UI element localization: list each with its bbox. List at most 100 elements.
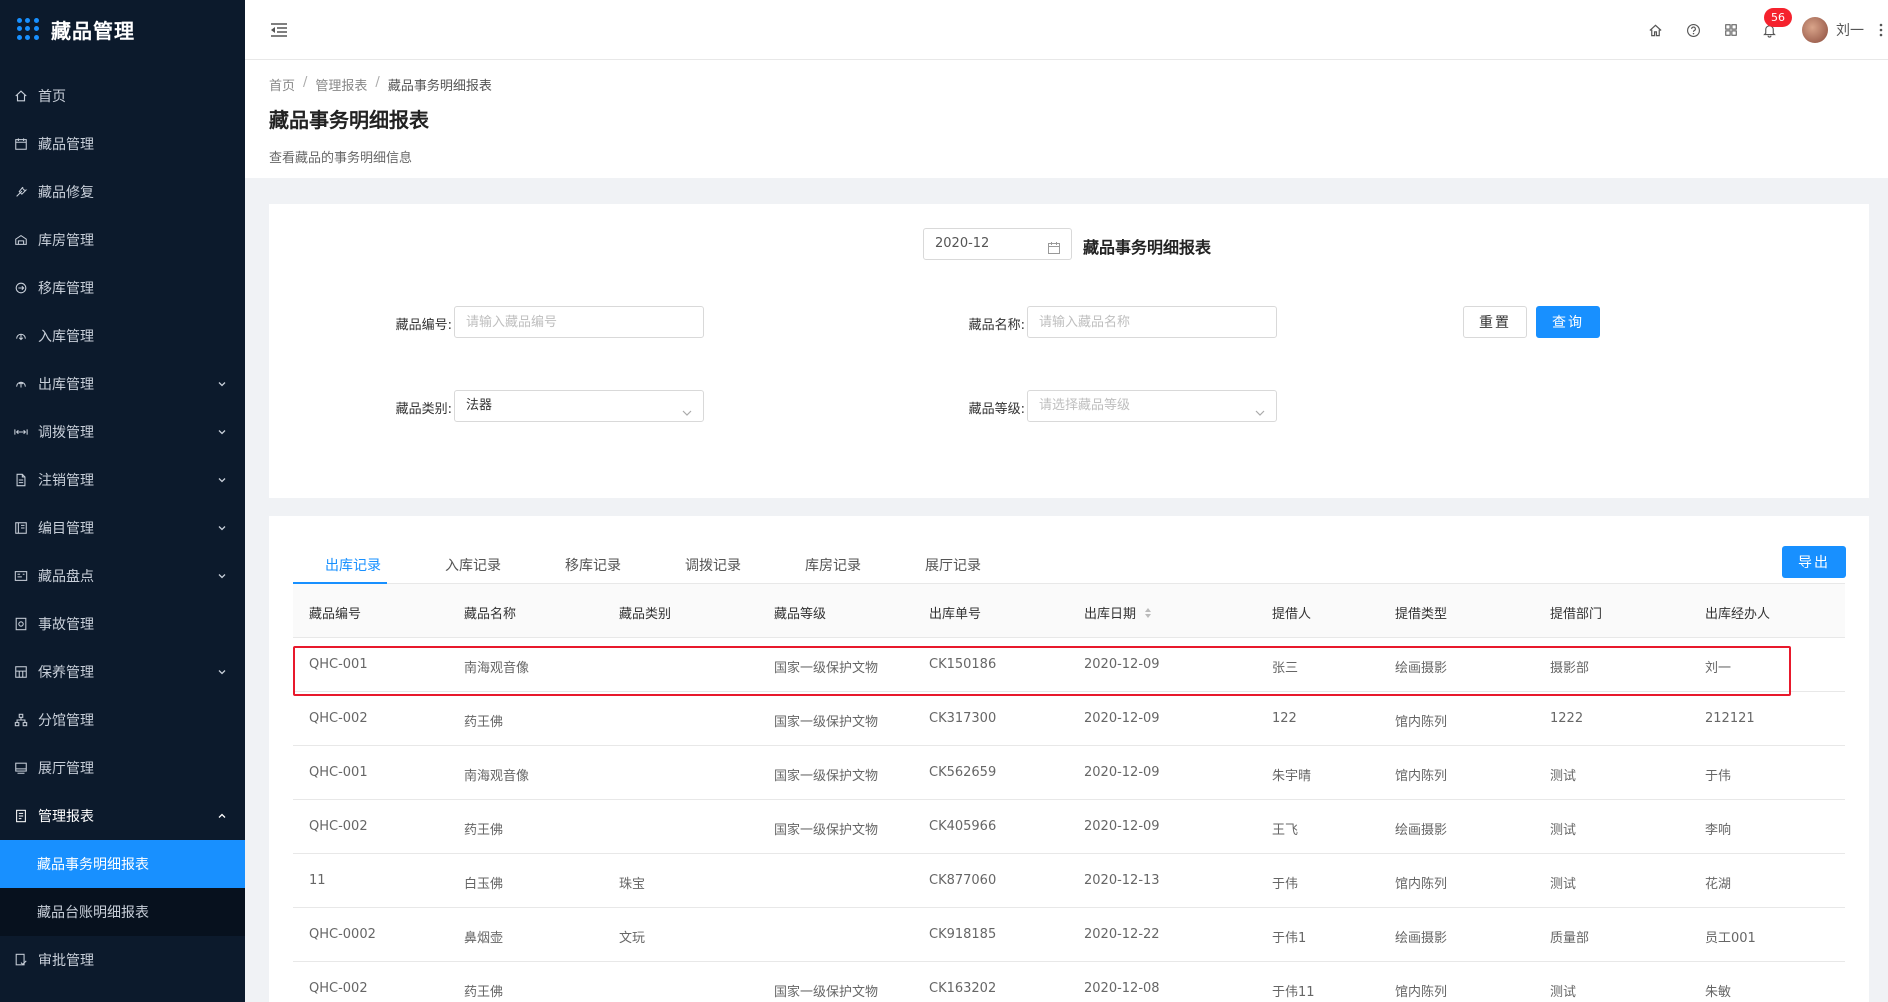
- report-icon: [13, 808, 29, 824]
- table-cell: 2020-12-09: [1084, 711, 1160, 726]
- table-cell: 质量部: [1550, 931, 1590, 946]
- table-cell: 绘画摄影: [1395, 823, 1448, 838]
- sidebar-menu: 首页 藏品管理 藏品修复 库房管理 移库管理 入库管理 出库管理 调拨管理 注销管理 编目管理 藏品…: [0, 72, 245, 984]
- search-button[interactable]: 查询: [1536, 306, 1600, 338]
- breadcrumb-home[interactable]: 首页: [269, 75, 295, 94]
- sort-icon[interactable]: [1144, 607, 1152, 623]
- avatar[interactable]: [1802, 17, 1828, 43]
- branch-icon: [13, 712, 29, 728]
- sidebar-item-10[interactable]: 藏品盘点: [0, 552, 245, 600]
- page-description: 查看藏品的事务明细信息: [269, 151, 413, 166]
- table-cell: 药王佛: [464, 715, 504, 730]
- top-header: 56 刘一: [245, 0, 1888, 60]
- month-picker[interactable]: 2020-12: [923, 228, 1072, 260]
- tab-4[interactable]: 库房记录: [773, 546, 893, 583]
- chevron-down-icon: [217, 667, 227, 677]
- table-cell: 珠宝: [619, 877, 646, 892]
- menu-fold-icon[interactable]: [269, 20, 289, 40]
- table-cell: CK877060: [929, 873, 997, 888]
- table-row[interactable]: QHC-002 药王佛 国家一级保护文物 CK317300 2020-12-09 122 馆…: [293, 692, 1845, 746]
- table-cell: QHC-002: [309, 819, 368, 834]
- table-cell: QHC-001: [309, 657, 368, 672]
- table-row[interactable]: QHC-002 药王佛 国家一级保护文物 CK405966 2020-12-09 王飞 绘画…: [293, 800, 1845, 854]
- table-row[interactable]: QHC-0002 鼻烟壶 文玩 CK918185 2020-12-22 于伟1 绘画摄影 质量…: [293, 908, 1845, 962]
- table-cell: 馆内陈列: [1395, 985, 1448, 1000]
- category-label: 藏品类别:: [395, 402, 452, 417]
- table-cell: 于伟: [1272, 877, 1299, 892]
- export-button[interactable]: 导出: [1782, 546, 1846, 578]
- name-input[interactable]: [1027, 306, 1277, 338]
- table-row[interactable]: QHC-002 药王佛 国家一级保护文物 CK163202 2020-12-08 于伟11…: [293, 962, 1845, 1002]
- tab-3[interactable]: 调拨记录: [653, 546, 773, 583]
- table-cell: 2020-12-22: [1084, 927, 1160, 942]
- sidebar-item-14[interactable]: 展厅管理: [0, 744, 245, 792]
- app-grid-icon[interactable]: [1722, 21, 1740, 39]
- tab-2[interactable]: 移库记录: [533, 546, 653, 583]
- breadcrumb-separator: /: [375, 75, 380, 90]
- column-header-4: 出库单号: [929, 603, 981, 622]
- table-cell: 11: [309, 873, 326, 888]
- table-row[interactable]: 11 白玉佛 珠宝 CK877060 2020-12-13 于伟 馆内陈列 测试 花湖: [293, 854, 1845, 908]
- user-name[interactable]: 刘一: [1836, 20, 1864, 40]
- table-cell: QHC-002: [309, 981, 368, 996]
- brand[interactable]: 藏品管理: [0, 0, 245, 58]
- sidebar-item-11[interactable]: 事故管理: [0, 600, 245, 648]
- sidebar-item-label: 保养管理: [38, 665, 94, 681]
- calendar-icon: [13, 136, 29, 152]
- breadcrumb-reports[interactable]: 管理报表: [315, 75, 367, 94]
- bell-icon[interactable]: 56: [1760, 8, 1792, 39]
- grade-select[interactable]: 请选择藏品等级: [1027, 390, 1277, 422]
- table-row[interactable]: QHC-001 南海观音像 国家一级保护文物 CK562659 2020-12-09 朱宇…: [293, 746, 1845, 800]
- sidebar-item-label: 调拨管理: [38, 425, 94, 441]
- table-cell: 2020-12-09: [1084, 765, 1160, 780]
- sidebar-item-6[interactable]: 出库管理: [0, 360, 245, 408]
- page-header: 首页 / 管理报表 / 藏品事务明细报表 藏品事务明细报表 查看藏品的事务明细信…: [245, 60, 1888, 178]
- tab-0[interactable]: 出库记录: [293, 546, 413, 584]
- table-cell: 国家一级保护文物: [774, 661, 879, 676]
- tab-5[interactable]: 展厅记录: [893, 546, 1013, 583]
- column-header-5[interactable]: 出库日期: [1084, 603, 1152, 623]
- sidebar-item-12[interactable]: 保养管理: [0, 648, 245, 696]
- sidebar-subitem-1[interactable]: 藏品台账明细报表: [0, 888, 245, 936]
- column-header-label: 提借部门: [1550, 607, 1603, 622]
- chevron-down-icon: [217, 379, 227, 389]
- tab-1[interactable]: 入库记录: [413, 546, 533, 583]
- table-cell: QHC-002: [309, 711, 368, 726]
- help-icon[interactable]: [1684, 21, 1702, 39]
- more-vertical-icon[interactable]: [1878, 22, 1884, 38]
- column-header-label: 藏品编号: [309, 607, 362, 622]
- home-icon[interactable]: [1646, 21, 1664, 39]
- table-cell: 馆内陈列: [1395, 769, 1448, 784]
- sidebar-item-15[interactable]: 管理报表: [0, 792, 245, 840]
- table-cell: 2020-12-08: [1084, 981, 1160, 996]
- record-tabs: 出库记录 入库记录 移库记录 调拨记录 库房记录 展厅记录: [293, 546, 1845, 584]
- sidebar-item-4[interactable]: 移库管理: [0, 264, 245, 312]
- sidebar-item-2[interactable]: 藏品修复: [0, 168, 245, 216]
- table-cell: 药王佛: [464, 823, 504, 838]
- sidebar-item-8[interactable]: 注销管理: [0, 456, 245, 504]
- inventory-icon: [13, 568, 29, 584]
- sidebar-item-3[interactable]: 库房管理: [0, 216, 245, 264]
- sidebar-item-1[interactable]: 藏品管理: [0, 120, 245, 168]
- reset-button[interactable]: 重置: [1463, 306, 1527, 338]
- code-input[interactable]: [454, 306, 704, 338]
- header-actions: 56 刘一: [1626, 0, 1888, 60]
- sidebar-item-label: 藏品修复: [38, 185, 94, 201]
- table-cell: 员工001: [1705, 931, 1756, 946]
- sidebar-subitem-0[interactable]: 藏品事务明细报表: [0, 840, 245, 888]
- sidebar-item-13[interactable]: 分馆管理: [0, 696, 245, 744]
- sidebar-item-approve[interactable]: 审批管理: [0, 936, 245, 984]
- table-cell: 国家一级保护文物: [774, 769, 879, 784]
- chevron-down-icon: [217, 523, 227, 533]
- sidebar-item-label: 藏品管理: [38, 137, 94, 153]
- sidebar-item-7[interactable]: 调拨管理: [0, 408, 245, 456]
- sidebar-item-5[interactable]: 入库管理: [0, 312, 245, 360]
- table-row[interactable]: QHC-001 南海观音像 国家一级保护文物 CK150186 2020-12-09 张三…: [293, 638, 1845, 692]
- table-cell: 南海观音像: [464, 769, 530, 784]
- sidebar-item-9[interactable]: 编目管理: [0, 504, 245, 552]
- grade-label: 藏品等级:: [968, 402, 1025, 417]
- category-select[interactable]: 法器: [454, 390, 704, 422]
- sidebar-item-0[interactable]: 首页: [0, 72, 245, 120]
- maintain-icon: [13, 664, 29, 680]
- table-cell: CK163202: [929, 981, 997, 996]
